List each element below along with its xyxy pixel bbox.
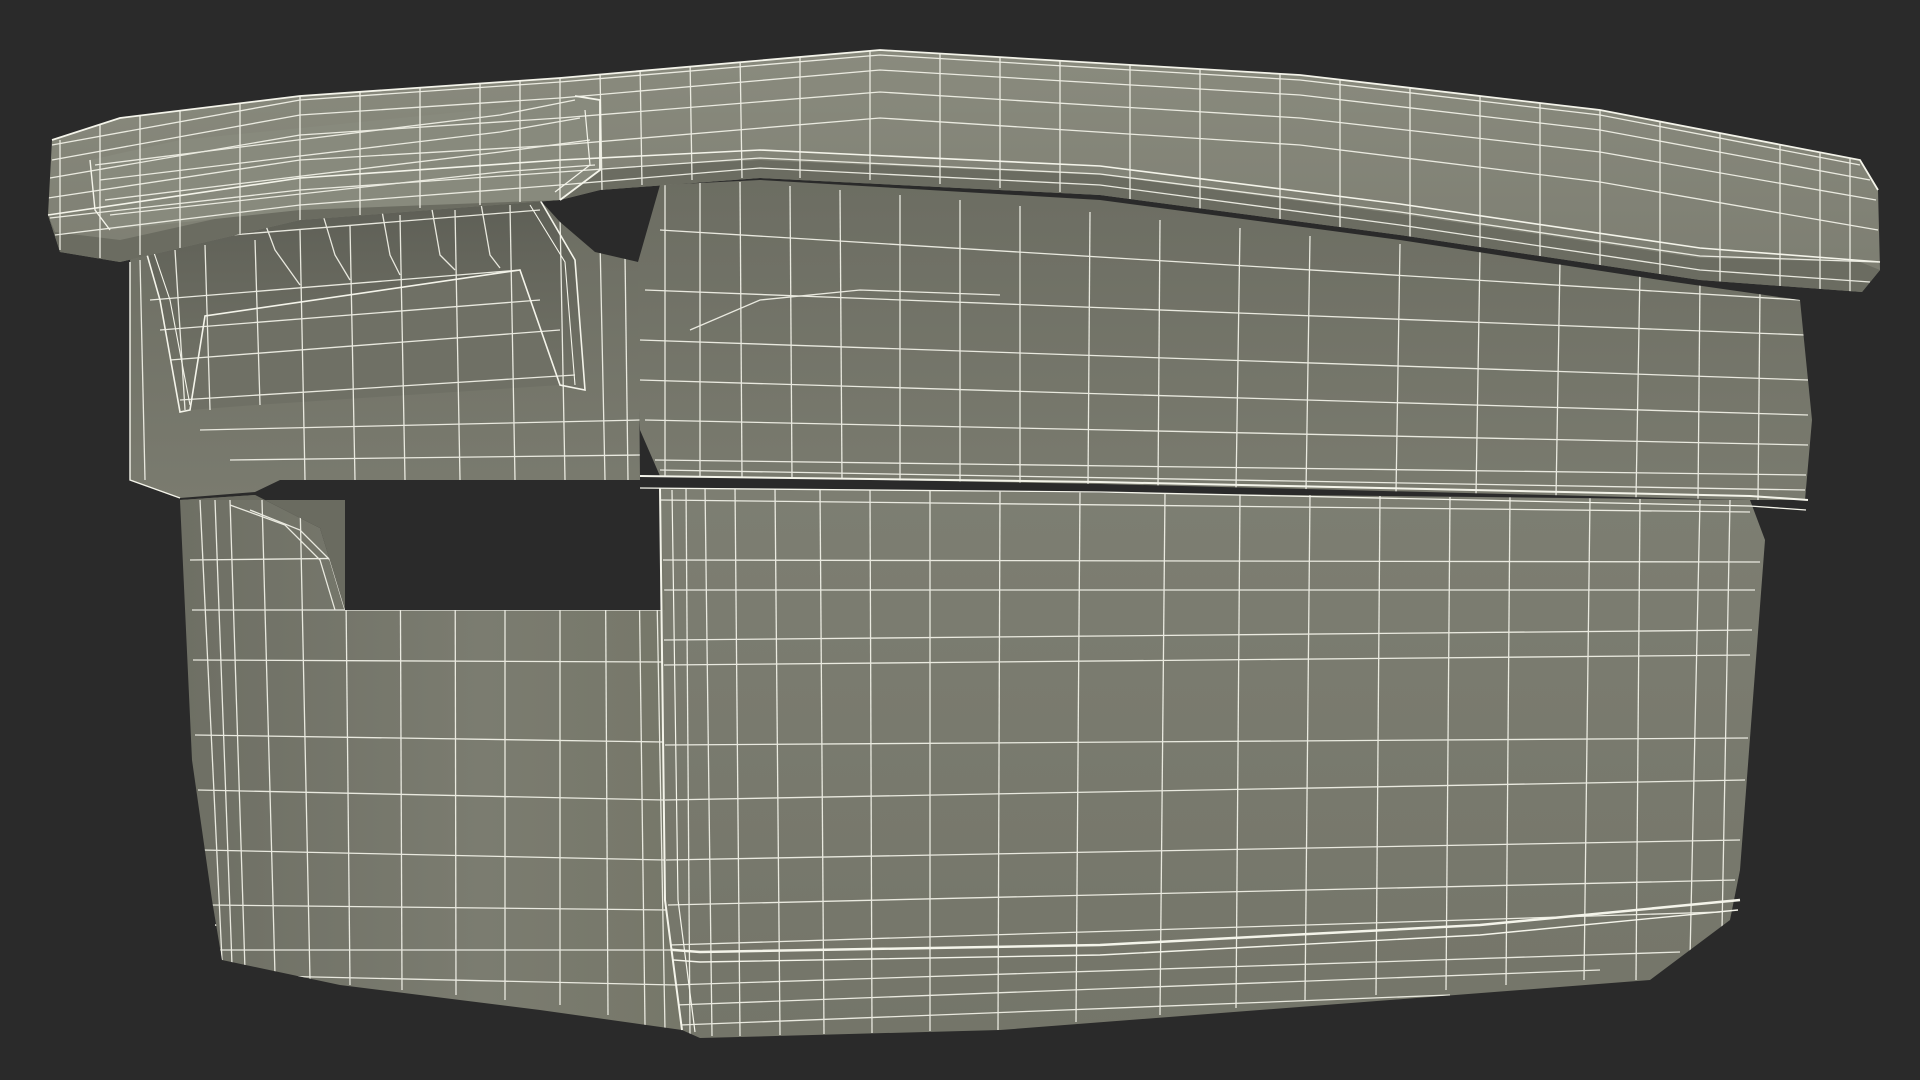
wireframe-tub-model (47, 49, 1881, 1038)
render-viewport[interactable] (0, 0, 1920, 1080)
lower-left-face (180, 487, 696, 1033)
